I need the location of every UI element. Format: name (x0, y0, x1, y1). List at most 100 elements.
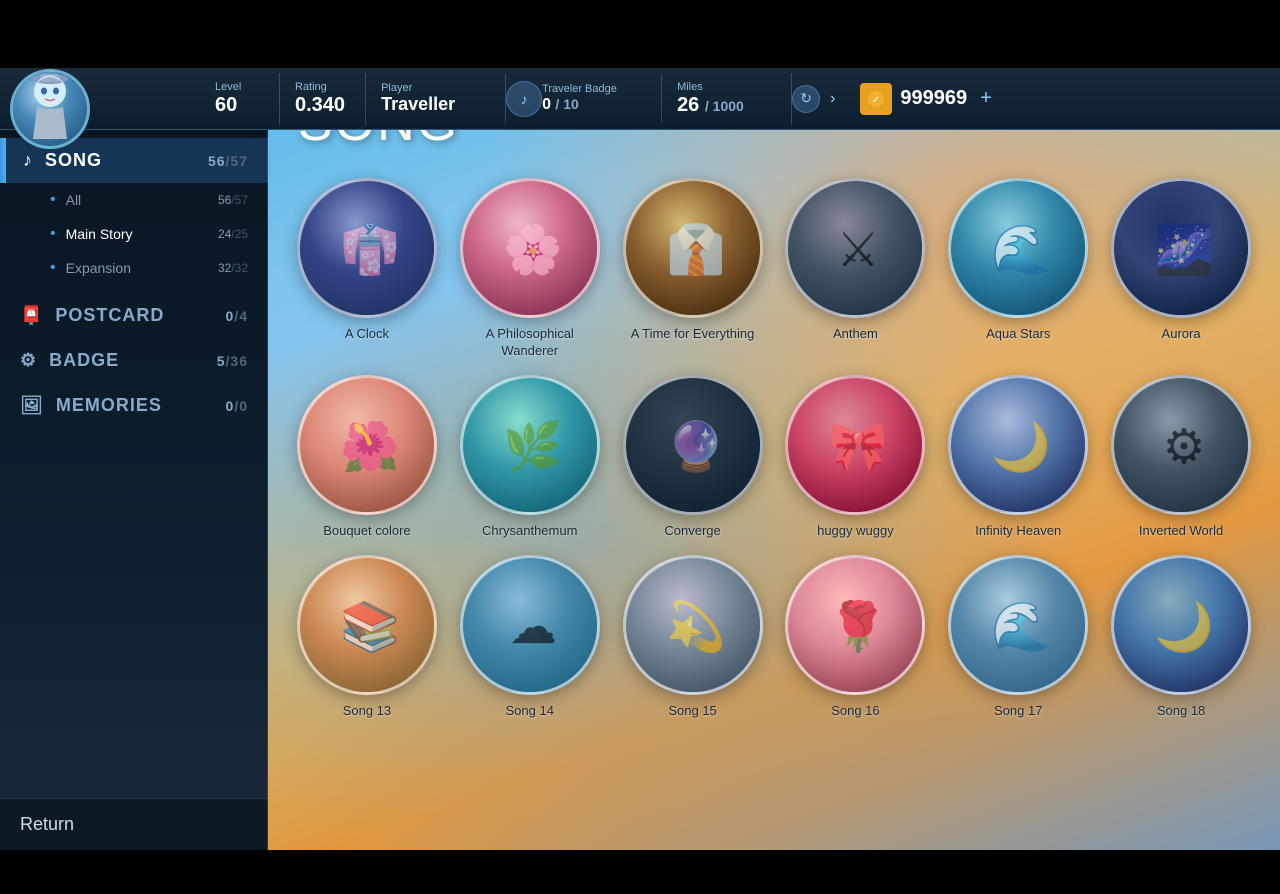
song-item-row3-4[interactable]: 🌹 Song 16 (781, 555, 929, 720)
song-item-philosophical[interactable]: 🌸 A Philosophical Wanderer (456, 178, 604, 360)
svg-text:👘: 👘 (340, 222, 400, 278)
song-item-a-clock[interactable]: 👘 A Clock (293, 178, 441, 360)
song-circle-row3-5: 🌊 (948, 555, 1088, 695)
music-icon-btn[interactable]: ♪ (506, 81, 542, 117)
arrow-right-btn[interactable]: › (820, 90, 845, 108)
main-story-count: 24/25 (218, 227, 248, 241)
song-item-bouquet[interactable]: 🌺 Bouquet colore (293, 375, 441, 540)
refresh-icon-btn[interactable]: ↻ (792, 85, 820, 113)
song-name-inverted: Inverted World (1139, 523, 1223, 540)
sidebar-item-main-story[interactable]: Main Story 24/25 (20, 217, 268, 251)
miles-value: 26 / 1000 (677, 93, 776, 117)
song-name-anthem: Anthem (833, 326, 878, 343)
song-circle-aurora: 🌌 (1111, 178, 1251, 318)
main-content: ♪ SONG 56/57 All 56/57 Main Story 24/25 … (0, 68, 1280, 850)
song-name-row3-5: Song 17 (994, 703, 1042, 720)
player-stat: Player Traveller (366, 74, 506, 124)
badge-nav-count: 5/36 (217, 353, 248, 369)
song-circle-a-time: 👔 (623, 178, 763, 318)
expansion-count: 32/32 (218, 261, 248, 275)
song-circle-converge: 🔮 (623, 375, 763, 515)
return-label: Return (20, 814, 74, 834)
svg-text:💫: 💫 (666, 599, 726, 657)
song-item-row3-6[interactable]: 🌙 Song 18 (1107, 555, 1255, 720)
traveler-badge-value: 0 / 10 (542, 95, 641, 114)
sidebar-item-all[interactable]: All 56/57 (20, 183, 268, 217)
svg-text:🌙: 🌙 (1154, 599, 1214, 655)
svg-text:🌌: 🌌 (1154, 222, 1214, 277)
credits-icon: ✓ (860, 83, 892, 115)
svg-text:🌸: 🌸 (503, 222, 563, 277)
traveler-badge-label: Traveler Badge (542, 83, 641, 95)
song-item-inverted[interactable]: ⚙ Inverted World (1107, 375, 1255, 540)
bottom-bar (0, 850, 1280, 894)
svg-text:👔: 👔 (666, 222, 726, 277)
sidebar: ♪ SONG 56/57 All 56/57 Main Story 24/25 … (0, 68, 268, 850)
song-circle-philosophical: 🌸 (460, 178, 600, 318)
song-circle-anthem: ⚔ (785, 178, 925, 318)
song-item-row3-2[interactable]: ☁ Song 14 (456, 555, 604, 720)
svg-text:☁: ☁ (509, 601, 557, 654)
svg-text:🌺: 🌺 (340, 419, 400, 474)
song-item-chrysanthemum[interactable]: 🌿 Chrysanthemum (456, 375, 604, 540)
song-nav-count: 56/57 (208, 153, 248, 169)
song-circle-row3-4: 🌹 (785, 555, 925, 695)
postcard-icon: 📮 (20, 305, 43, 326)
song-circle-aqua-stars: 🌊 (948, 178, 1088, 318)
song-item-a-time[interactable]: 👔 A Time for Everything (619, 178, 767, 360)
song-item-infinity[interactable]: 🌙 Infinity Heaven (944, 375, 1092, 540)
memories-icon: 🖼 (20, 395, 44, 416)
song-circle-chrysanthemum: 🌿 (460, 375, 600, 515)
rating-label: Rating (295, 81, 345, 93)
rating-stat: Rating 0.340 (280, 73, 366, 125)
return-button[interactable]: Return (0, 798, 268, 850)
song-name-a-clock: A Clock (345, 326, 389, 343)
song-name-bouquet: Bouquet colore (323, 523, 410, 540)
song-item-anthem[interactable]: ⚔ Anthem (781, 178, 929, 360)
song-circle-huggy: 🎀 (785, 375, 925, 515)
song-name-row3-4: Song 16 (831, 703, 879, 720)
song-circle-row3-6: 🌙 (1111, 555, 1251, 695)
song-name-row3-3: Song 15 (668, 703, 716, 720)
song-name-chrysanthemum: Chrysanthemum (482, 523, 577, 540)
svg-text:🌊: 🌊 (991, 599, 1051, 654)
song-item-aurora[interactable]: 🌌 Aurora (1107, 178, 1255, 360)
song-sub-nav: All 56/57 Main Story 24/25 Expansion 32/… (0, 183, 268, 285)
svg-text:🌙: 🌙 (991, 419, 1051, 475)
song-item-row3-5[interactable]: 🌊 Song 17 (944, 555, 1092, 720)
level-label: Level (215, 81, 259, 93)
svg-text:🌊: 🌊 (991, 222, 1051, 277)
sidebar-item-expansion[interactable]: Expansion 32/32 (20, 251, 268, 285)
song-name-philosophical: A Philosophical Wanderer (460, 326, 600, 360)
svg-text:📚: 📚 (340, 601, 400, 654)
svg-text:🎀: 🎀 (829, 421, 889, 474)
song-item-huggy[interactable]: 🎀 huggy wuggy (781, 375, 929, 540)
credits-stat: ✓ 999969 + (845, 75, 1006, 123)
sidebar-item-postcard[interactable]: 📮 POSTCARD 0/4 (0, 293, 268, 338)
sidebar-item-badge[interactable]: ⚙ BADGE 5/36 (0, 338, 268, 383)
song-item-row3-1[interactable]: 📚 Song 13 (293, 555, 441, 720)
song-item-row3-3[interactable]: 💫 Song 15 (619, 555, 767, 720)
miles-stat: Miles 26 / 1000 (662, 73, 792, 125)
music-note-icon: ♪ (23, 150, 33, 171)
player-label: Player (381, 82, 485, 94)
credits-value: 999969 (900, 87, 967, 110)
svg-text:🌹: 🌹 (829, 598, 889, 654)
song-item-converge[interactable]: 🔮 Converge (619, 375, 767, 540)
song-name-huggy: huggy wuggy (817, 523, 894, 540)
sidebar-item-memories[interactable]: 🖼 MEMORIES 0/0 (0, 383, 268, 428)
song-circle-inverted: ⚙ (1111, 375, 1251, 515)
song-name-row3-6: Song 18 (1157, 703, 1205, 720)
level-stat: Level 60 (200, 73, 280, 125)
avatar[interactable] (10, 69, 90, 149)
level-value: 60 (215, 93, 259, 117)
song-item-aqua-stars[interactable]: 🌊 Aqua Stars (944, 178, 1092, 360)
add-credits-btn[interactable]: + (980, 87, 992, 110)
song-name-converge: Converge (664, 523, 720, 540)
memories-nav-label: MEMORIES (56, 395, 162, 416)
expansion-label: Expansion (66, 260, 131, 276)
miles-label: Miles (677, 81, 776, 93)
header-bar: Level 60 Rating 0.340 Player Traveller ♪… (0, 68, 1280, 130)
song-circle-a-clock: 👘 (297, 178, 437, 318)
song-name-a-time: A Time for Everything (631, 326, 755, 343)
